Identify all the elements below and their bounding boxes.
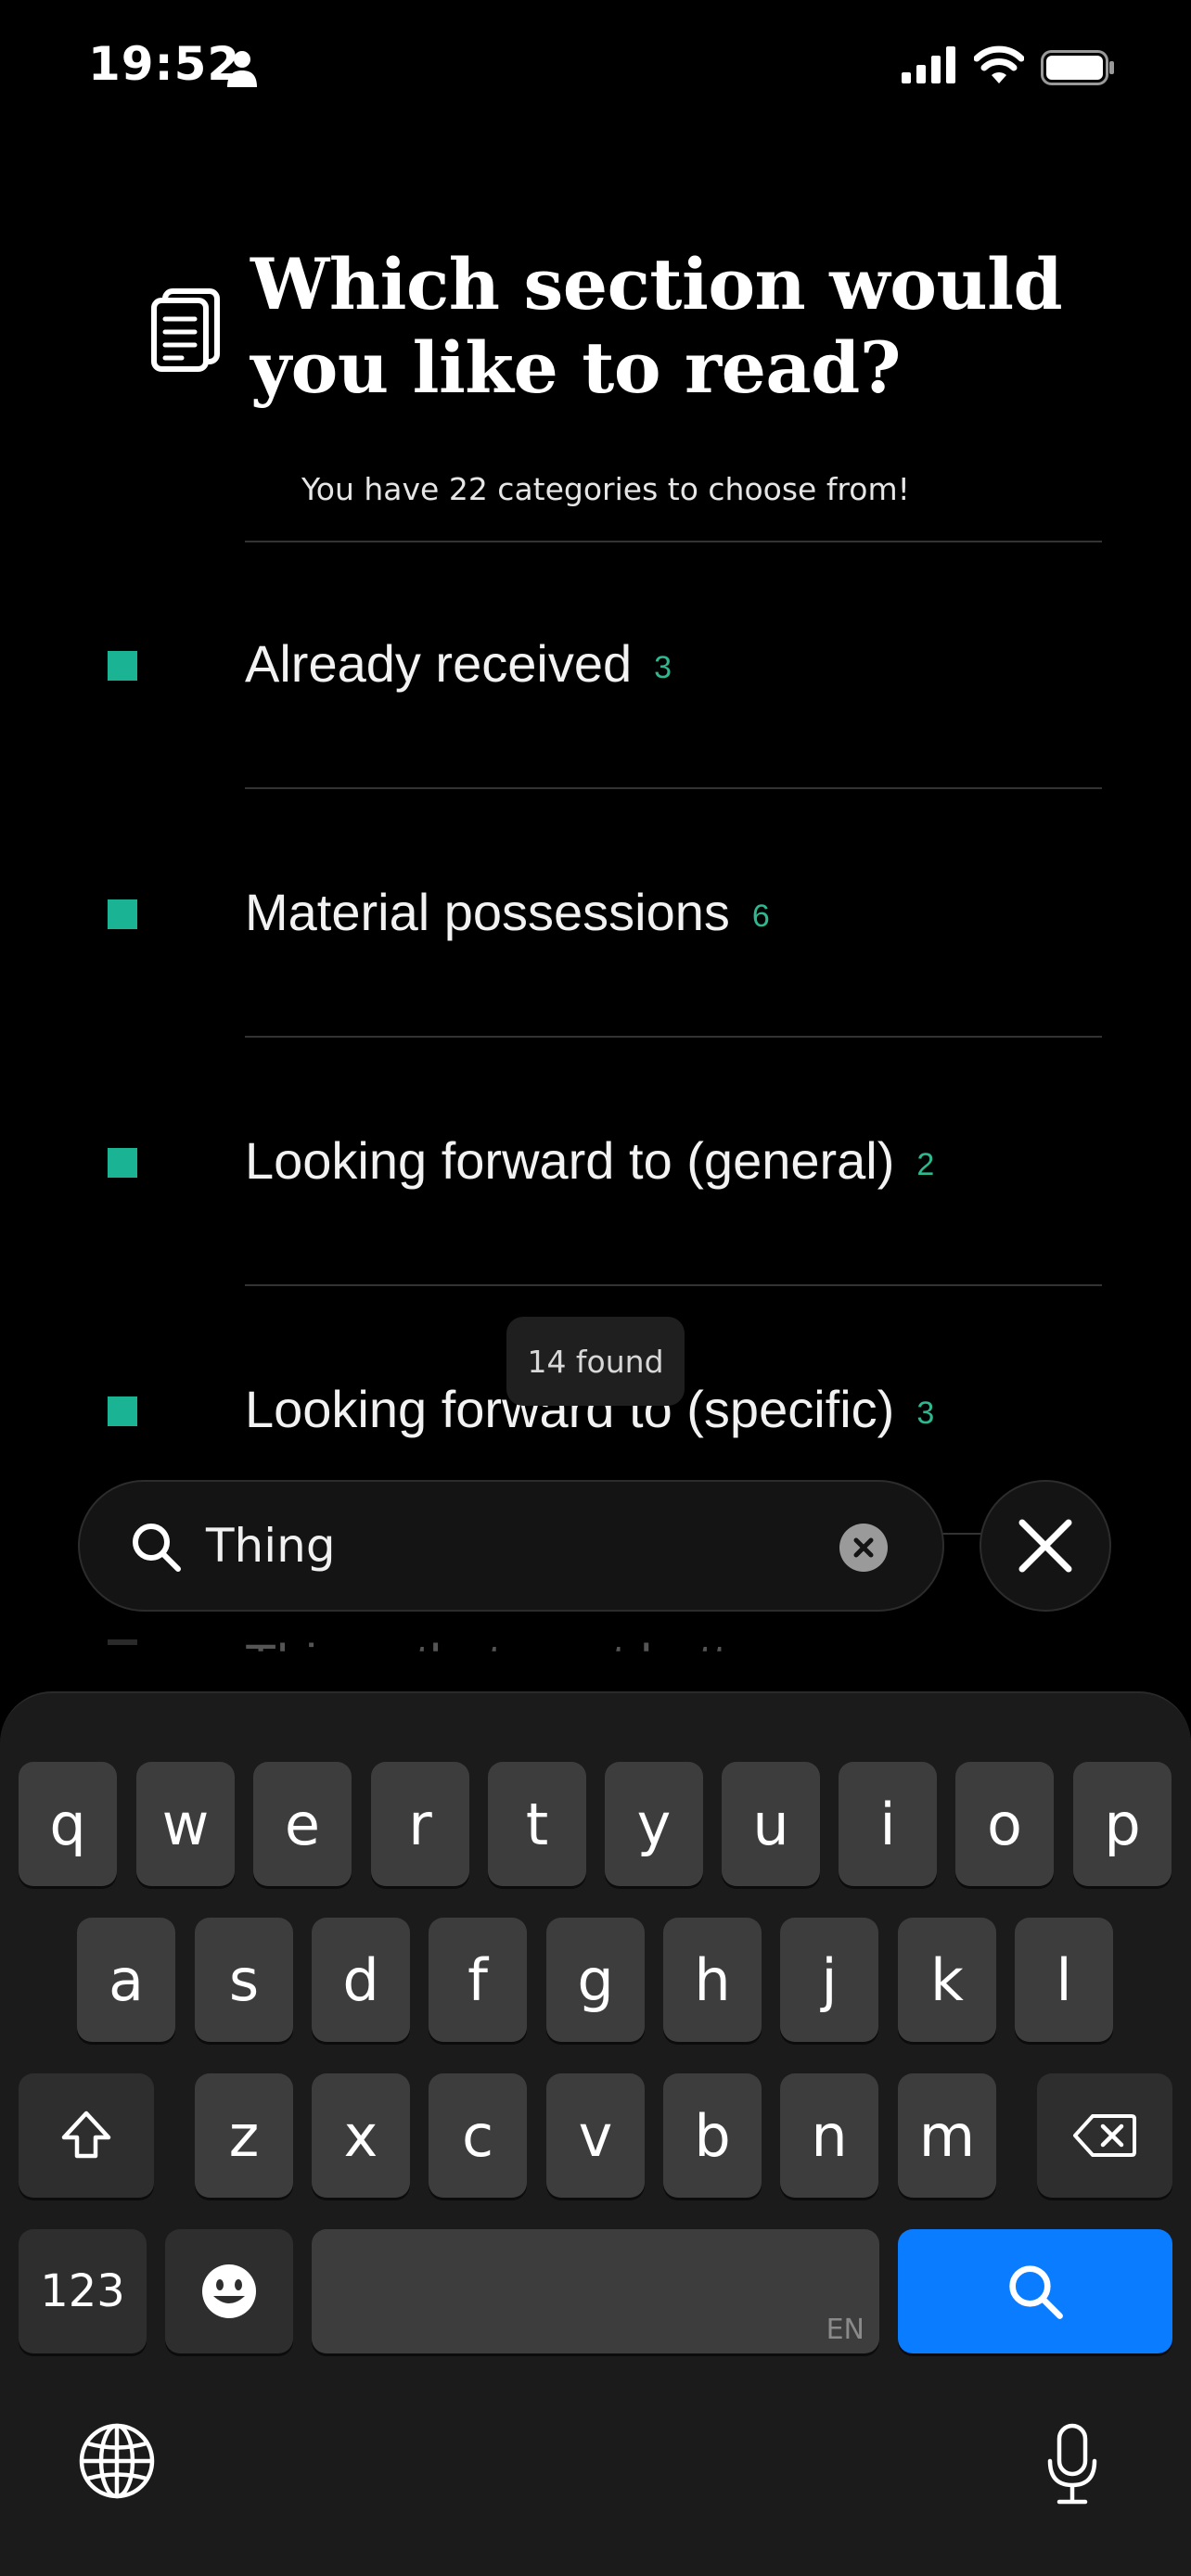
space-key[interactable]: EN [312,2229,879,2353]
key-s[interactable]: s [195,1918,293,2042]
key-w[interactable]: w [136,1762,235,1886]
category-bullet [108,899,137,929]
key-u[interactable]: u [722,1762,820,1886]
category-count: 2 [916,1146,935,1182]
key-g[interactable]: g [546,1918,645,2042]
clear-search-button[interactable] [839,1524,888,1572]
key-q[interactable]: q [19,1762,117,1886]
close-icon [1018,1519,1072,1573]
key-o[interactable]: o [955,1762,1054,1886]
category-count: 3 [654,649,672,685]
category-item-looking-forward-general[interactable]: Looking forward to (general) 2 [245,1130,934,1191]
key-i[interactable]: i [839,1762,937,1886]
shift-key[interactable] [19,2073,154,2198]
divider [245,541,1102,542]
key-p[interactable]: p [1073,1762,1172,1886]
page-subtitle: You have 22 categories to choose from! [301,471,910,507]
globe-icon[interactable] [78,2422,156,2500]
close-search-button[interactable] [980,1480,1111,1612]
search-key[interactable] [898,2229,1172,2353]
document-icon [151,288,220,372]
divider [245,787,1102,789]
microphone-icon[interactable] [1044,2422,1100,2507]
divider [245,1036,1102,1038]
emoji-key[interactable] [165,2229,293,2353]
category-bullet [108,1396,137,1426]
person-icon [227,51,257,87]
key-z[interactable]: z [195,2073,293,2198]
category-count: 3 [916,1395,935,1431]
search-icon [133,1524,181,1572]
results-count-toast: 14 found [506,1317,685,1406]
category-count: 6 [751,898,770,934]
key-l[interactable]: l [1015,1918,1113,2042]
numbers-key[interactable]: 123 [19,2229,147,2353]
cellular-signal-icon [902,46,955,83]
shift-icon [61,2111,111,2159]
key-v[interactable]: v [546,2073,645,2198]
status-time: 19:52 [88,37,241,91]
backspace-key[interactable] [1037,2073,1172,2198]
key-d[interactable]: d [312,1918,410,2042]
key-y[interactable]: y [605,1762,703,1886]
page-title: Which section would you like to read? [250,243,1063,409]
category-item-material-possessions[interactable]: Material possessions 6 [245,882,770,942]
key-b[interactable]: b [663,2073,762,2198]
category-item-partial[interactable]: Things that went better [245,1632,774,1651]
category-label: Already received [245,634,633,693]
key-k[interactable]: k [898,1918,996,2042]
divider [245,1284,1102,1286]
battery-icon [1041,50,1114,85]
category-bullet [108,1639,137,1645]
emoji-icon [202,2264,256,2318]
key-n[interactable]: n [780,2073,878,2198]
category-item-already-received[interactable]: Already received 3 [245,633,672,694]
key-x[interactable]: x [312,2073,410,2198]
search-input[interactable]: Thing [206,1519,336,1573]
category-bullet [108,1148,137,1178]
key-j[interactable]: j [780,1918,878,2042]
backspace-icon [1073,2114,1136,2157]
key-c[interactable]: c [429,2073,527,2198]
key-r[interactable]: r [371,1762,469,1886]
key-h[interactable]: h [663,1918,762,2042]
key-f[interactable]: f [429,1918,527,2042]
clear-icon [853,1537,874,1558]
category-label: Looking forward to (general) [245,1131,895,1190]
category-label: Material possessions [245,883,730,941]
key-m[interactable]: m [898,2073,996,2198]
key-e[interactable]: e [253,1762,352,1886]
wifi-icon [974,45,1024,83]
space-language-label: EN [826,2314,864,2346]
category-bullet [108,651,137,681]
search-icon [1009,2265,1063,2319]
key-t[interactable]: t [488,1762,586,1886]
key-a[interactable]: a [77,1918,175,2042]
